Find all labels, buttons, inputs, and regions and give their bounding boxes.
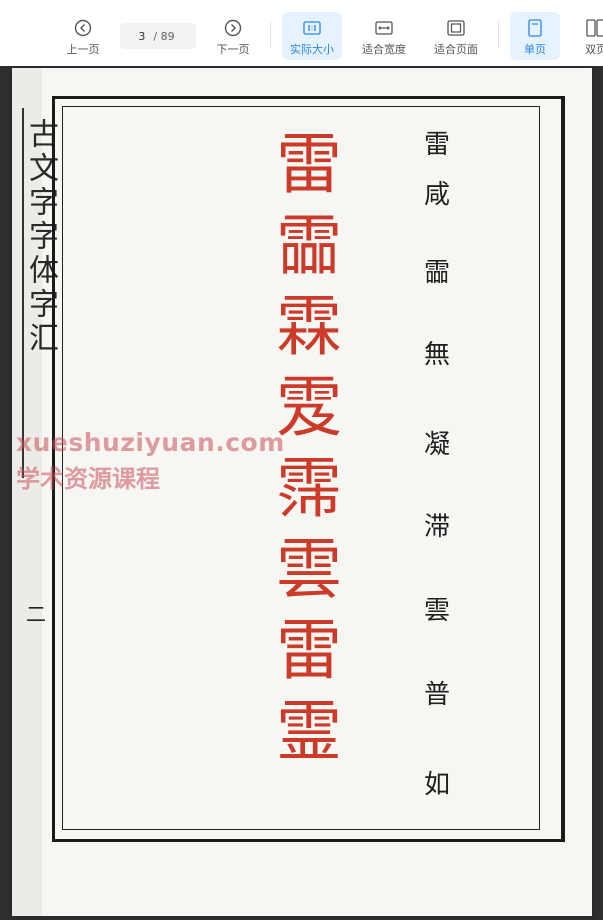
seal-character: 霖 bbox=[276, 288, 342, 365]
double-page-button[interactable]: 双页 bbox=[574, 12, 603, 60]
current-page-value[interactable]: 3 bbox=[138, 30, 145, 43]
watermark-url: xueshuziyuan.com bbox=[16, 428, 285, 457]
document-viewer[interactable]: 古文字字体字汇 二 雷 霝 霖 雭 霈 雲 雷 霊 雷 咸 霝 無 凝 滞 雲 … bbox=[0, 66, 603, 920]
double-page-label: 双页 bbox=[585, 43, 603, 56]
seal-character: 霊 bbox=[276, 693, 342, 770]
seal-character: 雷 bbox=[276, 126, 342, 203]
seal-character: 雷 bbox=[276, 612, 342, 689]
annotation-character: 咸 bbox=[423, 180, 450, 210]
fit-page-icon bbox=[446, 18, 466, 38]
annotation-character: 普 bbox=[423, 680, 450, 710]
toolbar-divider bbox=[270, 22, 271, 48]
annotation-character: 凝 bbox=[423, 430, 450, 460]
single-page-icon bbox=[525, 18, 545, 38]
single-page-button[interactable]: 单页 bbox=[510, 12, 560, 60]
chevron-left-circle-icon bbox=[73, 18, 93, 38]
annotation-character: 霝 bbox=[423, 258, 450, 288]
margin-page-number: 二 bbox=[26, 602, 46, 626]
chevron-right-circle-icon bbox=[223, 18, 243, 38]
annotation-character: 滞 bbox=[423, 512, 450, 542]
fit-page-label: 适合页面 bbox=[434, 43, 478, 56]
actual-size-icon bbox=[302, 18, 322, 38]
watermark: xueshuziyuan.com 学术资源课程 bbox=[16, 428, 285, 494]
seal-character: 雭 bbox=[276, 369, 342, 446]
single-page-label: 单页 bbox=[524, 43, 546, 56]
viewer-toolbar: 上一页 3 / 89 下一页 实际大小 适合宽度 适合页面 单页 双页 bbox=[0, 0, 603, 67]
next-page-button[interactable]: 下一页 bbox=[208, 12, 258, 60]
seal-character: 霈 bbox=[276, 450, 342, 527]
annotation-character: 無 bbox=[423, 340, 450, 370]
seal-character: 霝 bbox=[276, 207, 342, 284]
double-page-icon bbox=[586, 18, 603, 38]
document-page: 古文字字体字汇 二 雷 霝 霖 雭 霈 雲 雷 霊 雷 咸 霝 無 凝 滞 雲 … bbox=[12, 68, 592, 916]
prev-page-button[interactable]: 上一页 bbox=[58, 12, 108, 60]
actual-size-button[interactable]: 实际大小 bbox=[282, 12, 342, 60]
actual-size-label: 实际大小 bbox=[290, 43, 334, 56]
fit-width-icon bbox=[374, 18, 394, 38]
seal-character: 雲 bbox=[276, 531, 342, 608]
fit-width-button[interactable]: 适合宽度 bbox=[354, 12, 414, 60]
fit-page-button[interactable]: 适合页面 bbox=[426, 12, 486, 60]
page-indicator[interactable]: 3 / 89 bbox=[120, 23, 196, 49]
annotation-character: 如 bbox=[423, 770, 450, 800]
prev-page-label: 上一页 bbox=[66, 43, 100, 56]
total-pages: / 89 bbox=[153, 29, 175, 43]
toolbar-divider bbox=[498, 22, 499, 48]
watermark-text: 学术资源课程 bbox=[16, 465, 160, 493]
annotation-character: 雷 bbox=[423, 130, 450, 160]
annotation-character: 雲 bbox=[423, 596, 450, 626]
next-page-label: 下一页 bbox=[216, 43, 250, 56]
fit-width-label: 适合宽度 bbox=[362, 43, 406, 56]
